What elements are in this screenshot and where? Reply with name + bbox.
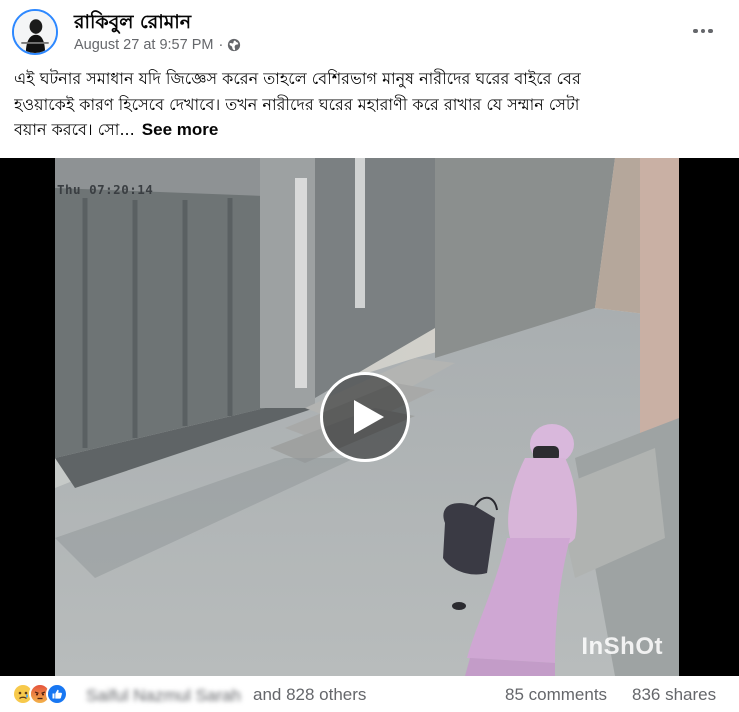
caption-line: বয়ান করবে। সো... [14, 120, 135, 139]
cctv-timestamp: Thu 07:20:14 [57, 182, 154, 197]
post-header: রাকিবুল রোমান August 27 at 9:57 PM · [0, 0, 739, 64]
reaction-count[interactable]: and 828 others [253, 685, 366, 705]
engagement-bar: Saiful Nazmul Sarah and 828 others 85 co… [0, 676, 739, 712]
avatar[interactable] [12, 9, 58, 55]
reacted-names-blurred: Saiful Nazmul Sarah [86, 686, 241, 705]
author-name[interactable]: রাকিবুল রোমান [74, 8, 191, 40]
post-caption: এই ঘটনার সমাধান যদি জিজ্ঞেস করেন তাহলে ব… [14, 66, 726, 143]
comment-count[interactable]: 85 comments [505, 685, 607, 705]
inshot-watermark: InShOt [581, 633, 663, 660]
post-meta: August 27 at 9:57 PM · [74, 37, 241, 53]
video-player[interactable]: Thu 07:20:14 InShOt [0, 158, 739, 676]
facebook-post: রাকিবুল রোমান August 27 at 9:57 PM · এই … [0, 0, 739, 712]
caption-line-last: বয়ান করবে। সো... See more [14, 117, 726, 143]
post-date[interactable]: August 27 at 9:57 PM [74, 37, 213, 53]
share-count[interactable]: 836 shares [632, 685, 716, 705]
play-icon [354, 400, 384, 434]
like-reaction-icon [46, 683, 68, 705]
caption-line: হওয়াকেই কারণ হিসেবে দেখাবে। তখন নারীদের… [14, 94, 580, 114]
avatar-image [14, 11, 56, 53]
globe-icon[interactable] [227, 38, 241, 52]
see-more-link[interactable]: See more [142, 120, 219, 139]
play-button[interactable] [320, 372, 410, 462]
meta-separator: · [218, 37, 224, 53]
more-options-icon[interactable] [685, 17, 721, 45]
caption-line: এই ঘটনার সমাধান যদি জিজ্ঞেস করেন তাহলে ব… [14, 69, 581, 88]
reaction-icons[interactable] [12, 683, 68, 705]
